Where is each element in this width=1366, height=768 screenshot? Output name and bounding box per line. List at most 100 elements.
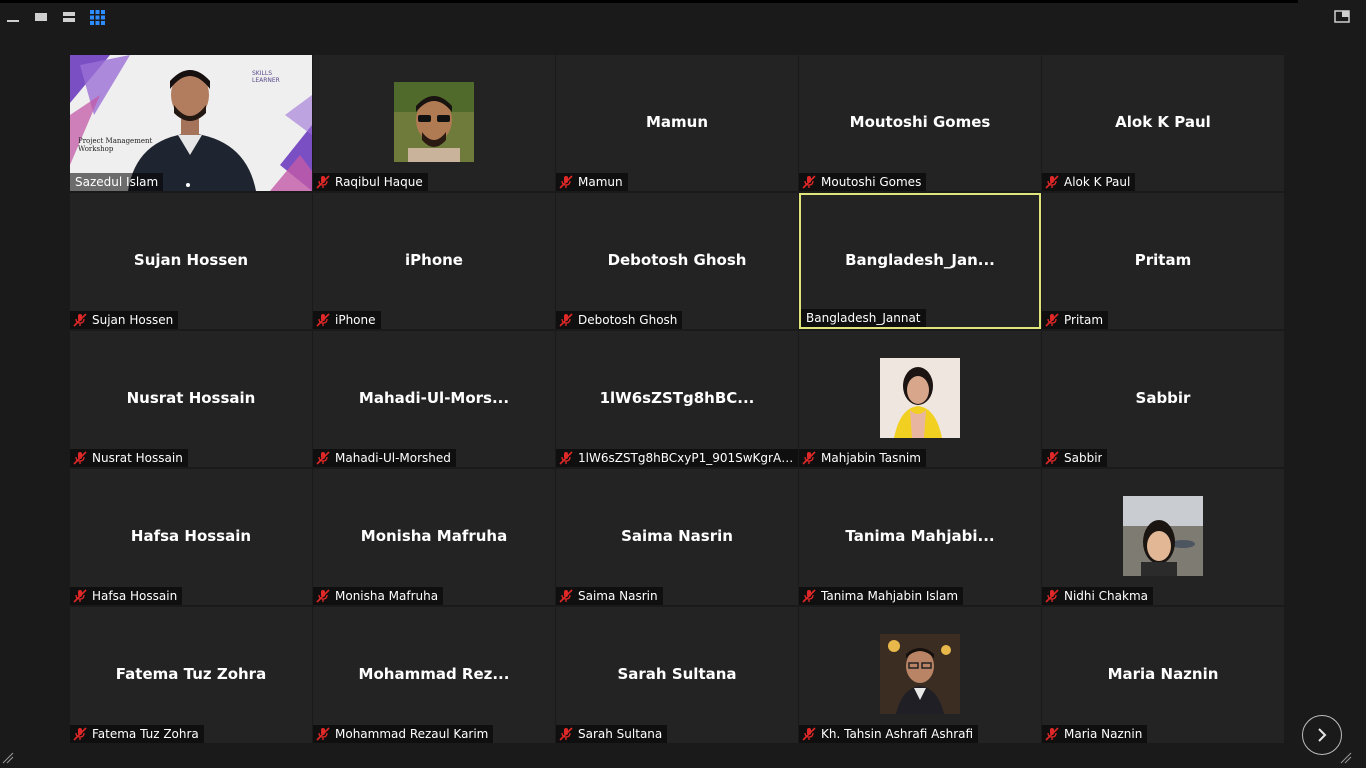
participant-tile[interactable]: iPhone iPhone: [313, 193, 555, 329]
muted-mic-icon: [316, 451, 330, 465]
muted-mic-icon: [73, 727, 87, 741]
participant-display-name: Hafsa Hossain: [130, 527, 252, 545]
participant-name-label: Maria Naznin: [1042, 725, 1148, 743]
participant-name: Mohammad Rezaul Karim: [335, 727, 489, 741]
participant-display-name: Bangladesh_Jan...: [845, 251, 995, 269]
muted-mic-icon: [559, 589, 573, 603]
participant-tile[interactable]: Alok K Paul Alok K Paul: [1042, 55, 1284, 191]
participant-tile[interactable]: Sujan Hossen Sujan Hossen: [70, 193, 312, 329]
participant-display-name: Alok K Paul: [1115, 113, 1211, 131]
participant-tile[interactable]: Hafsa Hossain Hafsa Hossain: [70, 469, 312, 605]
participant-name-label: iPhone: [313, 311, 381, 329]
muted-mic-icon: [802, 451, 816, 465]
participant-name-label: Nusrat Hossain: [70, 449, 188, 467]
participant-name-label: Hafsa Hossain: [70, 587, 183, 605]
participant-name: Bangladesh_Jannat: [806, 311, 921, 325]
muted-mic-icon: [316, 175, 330, 189]
participant-tile[interactable]: Debotosh Ghosh Debotosh Ghosh: [556, 193, 798, 329]
participant-name-label: Sujan Hossen: [70, 311, 179, 329]
participant-name: Hafsa Hossain: [92, 589, 178, 603]
profile-photo: [1123, 496, 1203, 576]
participant-name: Tanima Mahjabin Islam: [821, 589, 959, 603]
participant-tile[interactable]: Raqibul Haque: [313, 55, 555, 191]
participant-tile[interactable]: Project Management Workshop SKILLS LEARNER S…: [70, 55, 312, 191]
next-page-button[interactable]: [1302, 715, 1342, 755]
participant-name-label: Nidhi Chakma: [1042, 587, 1154, 605]
participant-tile[interactable]: Mahadi-Ul-Mors... Mahadi-Ul-Morshed: [313, 331, 555, 467]
participant-name: Maria Naznin: [1064, 727, 1143, 741]
title-strip: [0, 0, 1298, 3]
participant-display-name: Monisha Mafruha: [360, 527, 508, 545]
participant-display-name: Nusrat Hossain: [126, 389, 256, 407]
participant-tile[interactable]: 1lW6sZSTg8hBC... 1lW6sZSTg8hBCxyP1_901SwK…: [556, 331, 798, 467]
speaker-video-frame: Project ManagementWorkshop SKILLSLEARNER: [70, 55, 312, 191]
participant-name-label: Moutoshi Gomes: [799, 173, 927, 191]
resize-handle-icon[interactable]: [2, 752, 14, 764]
participant-name-label: Kh. Tahsin Ashrafi Ashrafi: [799, 725, 979, 743]
muted-mic-icon: [316, 727, 330, 741]
participant-display-name: Pritam: [1134, 251, 1192, 269]
participant-name-label: Pritam: [1042, 311, 1109, 329]
participant-name-label: Tanima Mahjabin Islam: [799, 587, 964, 605]
participant-name: Sazedul Islam: [75, 175, 159, 189]
participant-name: Sujan Hossen: [92, 313, 174, 327]
participant-tile[interactable]: Sabbir Sabbir: [1042, 331, 1284, 467]
participant-tile[interactable]: Mohammad Rez... Mohammad Rezaul Karim: [313, 607, 555, 743]
muted-mic-icon: [802, 175, 816, 189]
chevron-right-icon: [1318, 728, 1327, 742]
participant-tile[interactable]: Kh. Tahsin Ashrafi Ashrafi: [799, 607, 1041, 743]
participant-name-label: Bangladesh_Jannat: [801, 309, 926, 327]
strip-view-icon[interactable]: [58, 6, 80, 28]
participant-tile[interactable]: Saima Nasrin Saima Nasrin: [556, 469, 798, 605]
participant-name: Mahjabin Tasnim: [821, 451, 921, 465]
participant-tile[interactable]: Monisha Mafruha Monisha Mafruha: [313, 469, 555, 605]
exit-fullscreen-icon[interactable]: [1331, 6, 1353, 28]
participant-name-label: Debotosh Ghosh: [556, 311, 683, 329]
participant-tile[interactable]: Maria Naznin Maria Naznin: [1042, 607, 1284, 743]
gallery-view-icon[interactable]: [86, 6, 108, 28]
participant-display-name: Mahadi-Ul-Mors...: [358, 389, 510, 407]
muted-mic-icon: [1045, 175, 1059, 189]
profile-photo: [880, 358, 960, 438]
participant-tile[interactable]: Sarah Sultana Sarah Sultana: [556, 607, 798, 743]
participant-name: Mahadi-Ul-Morshed: [335, 451, 451, 465]
speaker-view-icon[interactable]: [30, 6, 52, 28]
muted-mic-icon: [73, 589, 87, 603]
participant-tile[interactable]: Nidhi Chakma: [1042, 469, 1284, 605]
participant-name: 1lW6sZSTg8hBCxyP1_901SwKgrARF...: [578, 451, 795, 465]
participant-tile[interactable]: Moutoshi Gomes Moutoshi Gomes: [799, 55, 1041, 191]
participant-display-name: Maria Naznin: [1107, 665, 1219, 683]
profile-photo: [880, 634, 960, 714]
window-toolbar: [0, 0, 1366, 36]
minimize-icon[interactable]: [2, 6, 24, 28]
slide-title-line2: Workshop: [78, 145, 114, 153]
resize-handle-icon[interactable]: [1340, 752, 1352, 764]
participant-tile[interactable]: Mahjabin Tasnim: [799, 331, 1041, 467]
participant-tile[interactable]: Tanima Mahjabi... Tanima Mahjabin Islam: [799, 469, 1041, 605]
participant-display-name: Mohammad Rez...: [358, 665, 510, 683]
participant-display-name: iPhone: [405, 251, 463, 269]
participant-name-label: Sazedul Islam: [70, 173, 164, 191]
participant-tile[interactable]: Bangladesh_Jan... Bangladesh_Jannat: [799, 193, 1041, 329]
participant-tile[interactable]: Fatema Tuz Zohra Fatema Tuz Zohra: [70, 607, 312, 743]
muted-mic-icon: [559, 313, 573, 327]
muted-mic-icon: [1045, 727, 1059, 741]
participant-name-label: Saima Nasrin: [556, 587, 663, 605]
participant-name: Nidhi Chakma: [1064, 589, 1149, 603]
participant-name-label: Alok K Paul: [1042, 173, 1136, 191]
muted-mic-icon: [802, 589, 816, 603]
slide-logo-line2: LEARNER: [252, 77, 280, 84]
participant-name-label: Sabbir: [1042, 449, 1108, 467]
participant-tile[interactable]: Nusrat Hossain Nusrat Hossain: [70, 331, 312, 467]
muted-mic-icon: [559, 451, 573, 465]
participant-name: Moutoshi Gomes: [821, 175, 922, 189]
participant-display-name: Tanima Mahjabi...: [845, 527, 995, 545]
participant-name-label: Raqibul Haque: [313, 173, 428, 191]
muted-mic-icon: [73, 313, 87, 327]
participant-name: Sarah Sultana: [578, 727, 663, 741]
participant-name-label: Sarah Sultana: [556, 725, 668, 743]
participant-tile[interactable]: Pritam Pritam: [1042, 193, 1284, 329]
participant-tile[interactable]: Mamun Mamun: [556, 55, 798, 191]
participant-display-name: Fatema Tuz Zohra: [115, 665, 267, 683]
participant-name: Fatema Tuz Zohra: [92, 727, 199, 741]
